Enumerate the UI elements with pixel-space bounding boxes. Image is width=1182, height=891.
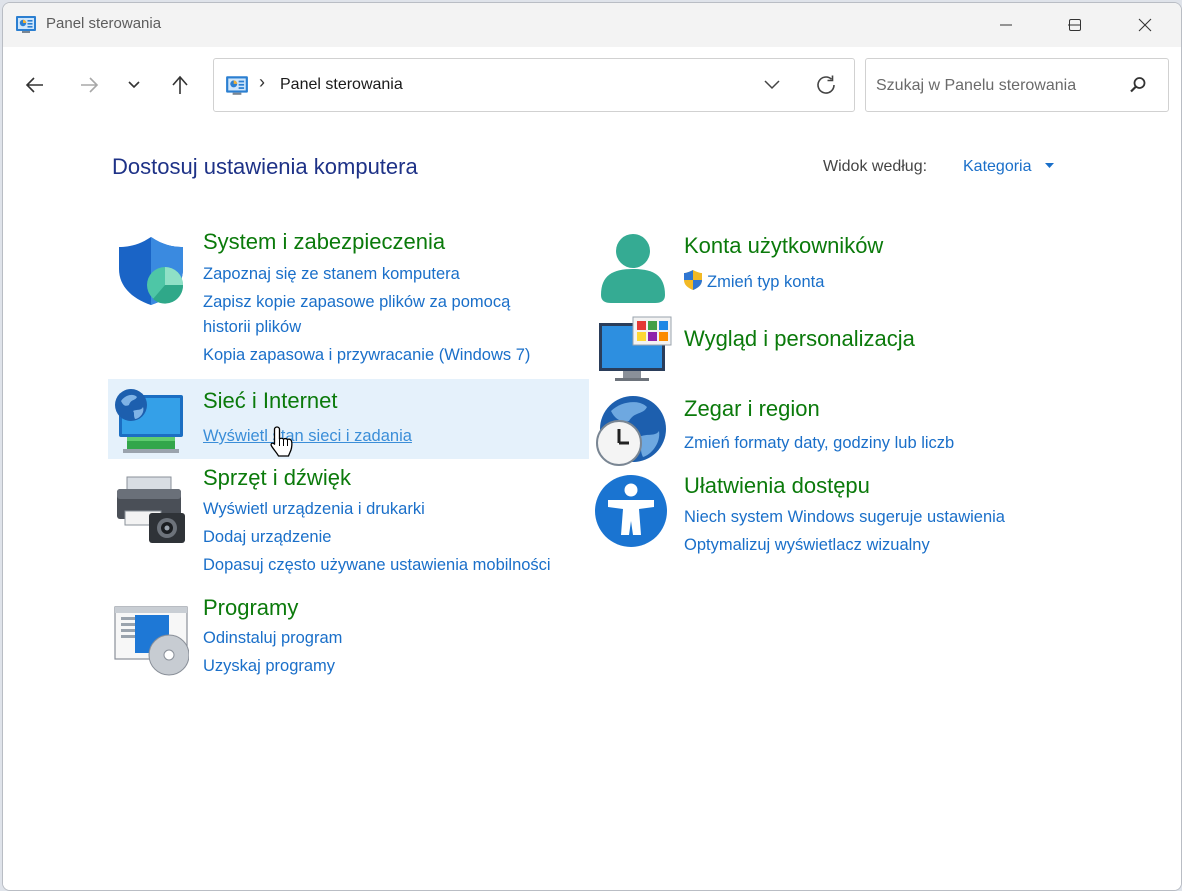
link-change-formats[interactable]: Zmień formaty daty, godziny lub liczb: [684, 431, 954, 456]
address-bar[interactable]: › Panel sterowania: [213, 58, 855, 112]
category-title-ease[interactable]: Ułatwienia dostępu: [684, 473, 870, 499]
control-panel-icon: [226, 76, 248, 95]
navigation-bar: › Panel sterowania Szukaj w Panelu stero…: [3, 47, 1181, 123]
link-uninstall-program[interactable]: Odinstaluj program: [203, 626, 342, 651]
control-panel-icon: [16, 16, 36, 33]
category-title-programs[interactable]: Programy: [203, 595, 298, 621]
link-optimize-display[interactable]: Optymalizuj wyświetlacz wizualny: [684, 533, 930, 558]
shield-icon[interactable]: [113, 233, 189, 309]
link-add-device[interactable]: Dodaj urządzenie: [203, 525, 331, 550]
up-button[interactable]: [165, 67, 195, 103]
recent-dropdown-icon: [128, 81, 140, 89]
link-devices-printers[interactable]: Wyświetl urządzenia i drukarki: [203, 497, 425, 522]
forward-arrow-icon: [81, 77, 99, 93]
content-area: Dostosuj ustawienia komputera Widok wedł…: [3, 123, 1181, 890]
refresh-icon[interactable]: [814, 73, 838, 97]
control-panel-window: Panel sterowania › Panel sterowania Szuk…: [2, 2, 1182, 891]
back-arrow-icon: [25, 77, 43, 93]
window-title: Panel sterowania: [46, 15, 162, 32]
breadcrumb-separator: ›: [259, 72, 265, 92]
maximize-button[interactable]: [1052, 3, 1098, 47]
close-icon: [1138, 18, 1152, 32]
category-title-clock[interactable]: Zegar i region: [684, 396, 820, 422]
globe-clock-icon[interactable]: [593, 393, 669, 469]
back-button[interactable]: [20, 67, 50, 103]
breadcrumb[interactable]: Panel sterowania: [280, 76, 403, 94]
category-title-system[interactable]: System i zabezpieczenia: [203, 229, 445, 255]
uac-shield-icon: [684, 270, 702, 290]
link-change-account-type[interactable]: Zmień typ konta: [707, 270, 824, 295]
link-system-status[interactable]: Zapoznaj się ze stanem komputera: [203, 262, 460, 287]
close-button[interactable]: [1122, 3, 1168, 47]
recent-locations-button[interactable]: [119, 67, 149, 103]
chevron-down-icon[interactable]: [760, 75, 784, 95]
link-backup-restore[interactable]: Kopia zapasowa i przywracanie (Windows 7…: [203, 343, 530, 368]
link-file-history[interactable]: Zapisz kopie zapasowe plików za pomocą: [203, 290, 510, 315]
category-title-network[interactable]: Sieć i Internet: [203, 388, 338, 414]
page-title: Dostosuj ustawienia komputera: [112, 154, 418, 179]
monitor-personalization-icon[interactable]: [597, 315, 673, 391]
forward-button[interactable]: [74, 67, 104, 103]
accessibility-icon[interactable]: [593, 473, 669, 549]
maximize-icon: [1069, 19, 1081, 31]
minimize-icon: [1000, 24, 1012, 26]
search-input[interactable]: Szukaj w Panelu sterowania: [865, 58, 1169, 112]
up-arrow-icon: [172, 75, 188, 94]
link-suggest-settings[interactable]: Niech system Windows sugeruje ustawienia: [684, 505, 1005, 530]
network-globe-icon[interactable]: [111, 385, 187, 461]
user-account-icon[interactable]: [595, 229, 671, 305]
search-icon[interactable]: [1128, 75, 1148, 95]
category-title-hardware[interactable]: Sprzęt i dźwięk: [203, 465, 351, 491]
category-title-accounts[interactable]: Konta użytkowników: [684, 233, 883, 259]
category-title-appearance[interactable]: Wygląd i personalizacja: [684, 326, 915, 352]
view-by-label: Widok według:: [823, 158, 928, 175]
link-file-history-cont[interactable]: historii plików: [203, 315, 301, 340]
hand-cursor-icon: [270, 426, 293, 457]
view-by-dropdown[interactable]: Kategoria: [963, 158, 1032, 176]
link-get-programs[interactable]: Uzyskaj programy: [203, 654, 335, 679]
programs-disc-icon[interactable]: [113, 603, 189, 679]
minimize-button[interactable]: [983, 3, 1029, 47]
link-mobility-settings[interactable]: Dopasuj często używane ustawienia mobiln…: [203, 553, 551, 578]
link-network-status[interactable]: Wyświetl stan sieci i zadania: [203, 424, 412, 449]
dropdown-arrow-icon[interactable]: [1045, 163, 1054, 169]
printer-camera-icon[interactable]: [113, 473, 189, 549]
search-placeholder: Szukaj w Panelu sterowania: [876, 77, 1077, 94]
